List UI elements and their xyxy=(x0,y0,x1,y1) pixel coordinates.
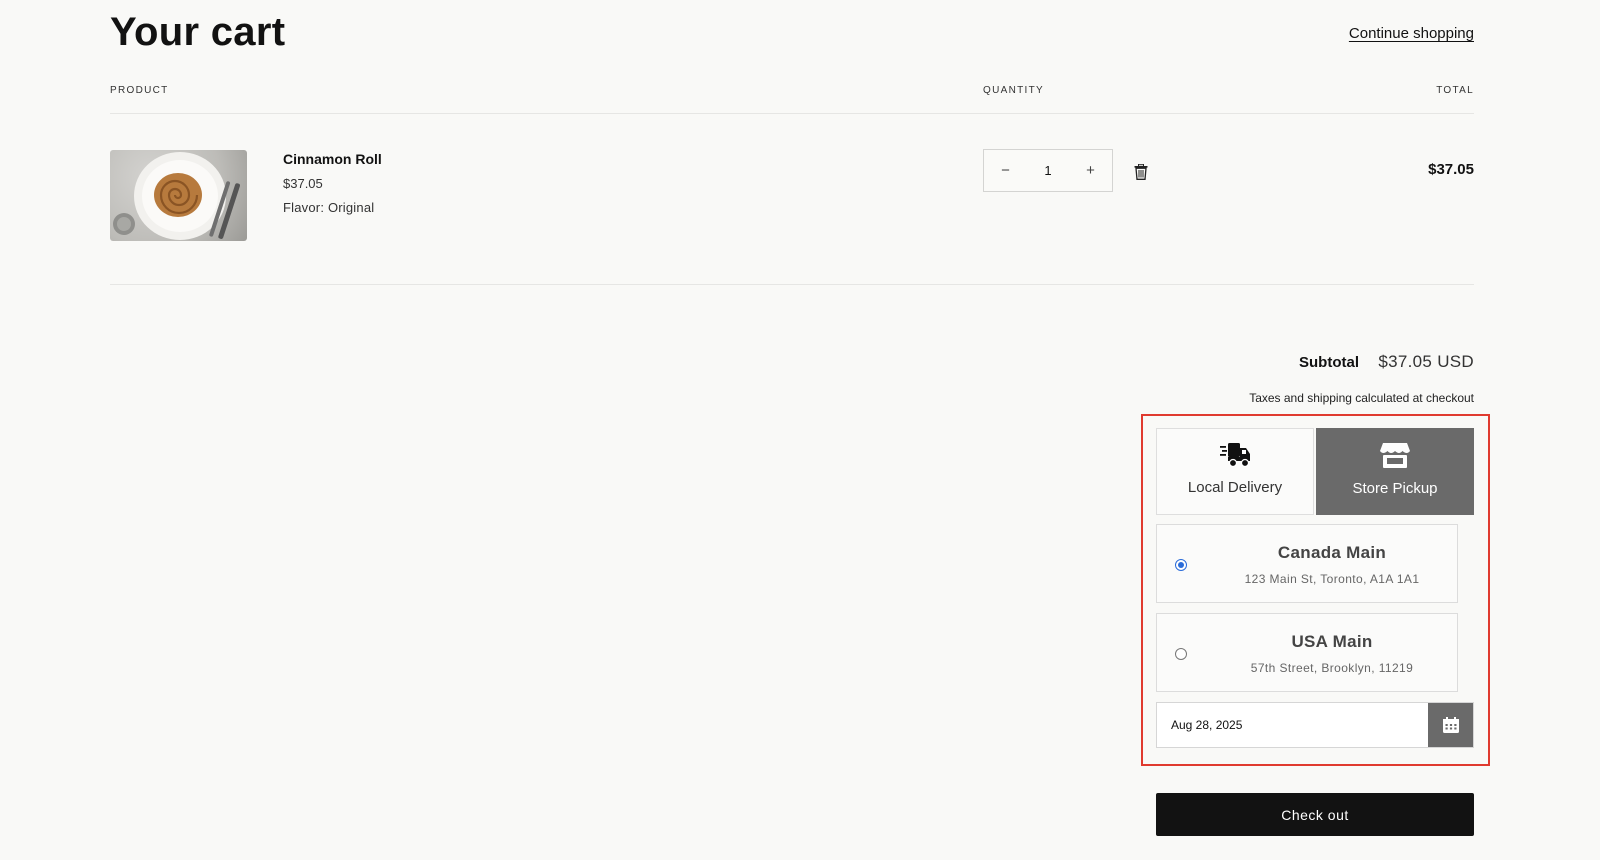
line-item-total: $37.05 xyxy=(1428,161,1474,178)
location-radio[interactable] xyxy=(1175,648,1187,660)
pickup-location-canada-main[interactable]: Canada Main 123 Main St, Toronto, A1A 1A… xyxy=(1156,524,1458,603)
checkout-button[interactable]: Check out xyxy=(1156,793,1474,836)
location-name: USA Main xyxy=(1291,632,1373,651)
calendar-button[interactable] xyxy=(1428,703,1473,747)
product-variant: Flavor: Original xyxy=(283,200,375,215)
divider xyxy=(110,284,1474,285)
column-header-product: PRODUCT xyxy=(110,85,169,96)
trash-icon[interactable] xyxy=(1134,164,1148,180)
column-header-total: TOTAL xyxy=(1436,85,1474,96)
product-name[interactable]: Cinnamon Roll xyxy=(283,151,382,167)
continue-shopping-link[interactable]: Continue shopping xyxy=(1349,25,1474,42)
tab-local-delivery-label: Local Delivery xyxy=(1187,479,1283,496)
quantity-stepper: − 1 + xyxy=(983,149,1113,192)
subtotal-value: $37.05 USD xyxy=(1378,352,1474,371)
storefront-icon xyxy=(1380,443,1410,468)
calendar-icon xyxy=(1442,717,1459,733)
tab-local-delivery[interactable]: Local Delivery xyxy=(1156,428,1314,515)
location-name: Canada Main xyxy=(1277,543,1387,562)
product-price: $37.05 xyxy=(283,176,323,191)
location-address: 57th Street, Brooklyn, 11219 xyxy=(1250,661,1414,675)
tab-store-pickup-label: Store Pickup xyxy=(1352,480,1438,497)
tab-store-pickup[interactable]: Store Pickup xyxy=(1316,428,1474,515)
product-image[interactable] xyxy=(110,150,247,241)
subtotal-label: Subtotal xyxy=(1299,354,1359,371)
pickup-location-usa-main[interactable]: USA Main 57th Street, Brooklyn, 11219 xyxy=(1156,613,1458,692)
location-address: 123 Main St, Toronto, A1A 1A1 xyxy=(1244,572,1420,586)
delivery-truck-icon xyxy=(1220,443,1250,468)
divider xyxy=(110,113,1474,114)
quantity-increase-button[interactable]: + xyxy=(1069,150,1112,191)
quantity-decrease-button[interactable]: − xyxy=(984,150,1027,191)
pickup-date-value[interactable]: Aug 28, 2025 xyxy=(1157,703,1428,747)
page-title: Your cart xyxy=(110,10,286,54)
quantity-input[interactable]: 1 xyxy=(1044,163,1051,178)
location-radio-selected[interactable] xyxy=(1175,559,1187,571)
tax-note: Taxes and shipping calculated at checkou… xyxy=(1249,391,1474,405)
pickup-date-field[interactable]: Aug 28, 2025 xyxy=(1156,702,1474,748)
column-header-quantity: QUANTITY xyxy=(983,85,1044,96)
